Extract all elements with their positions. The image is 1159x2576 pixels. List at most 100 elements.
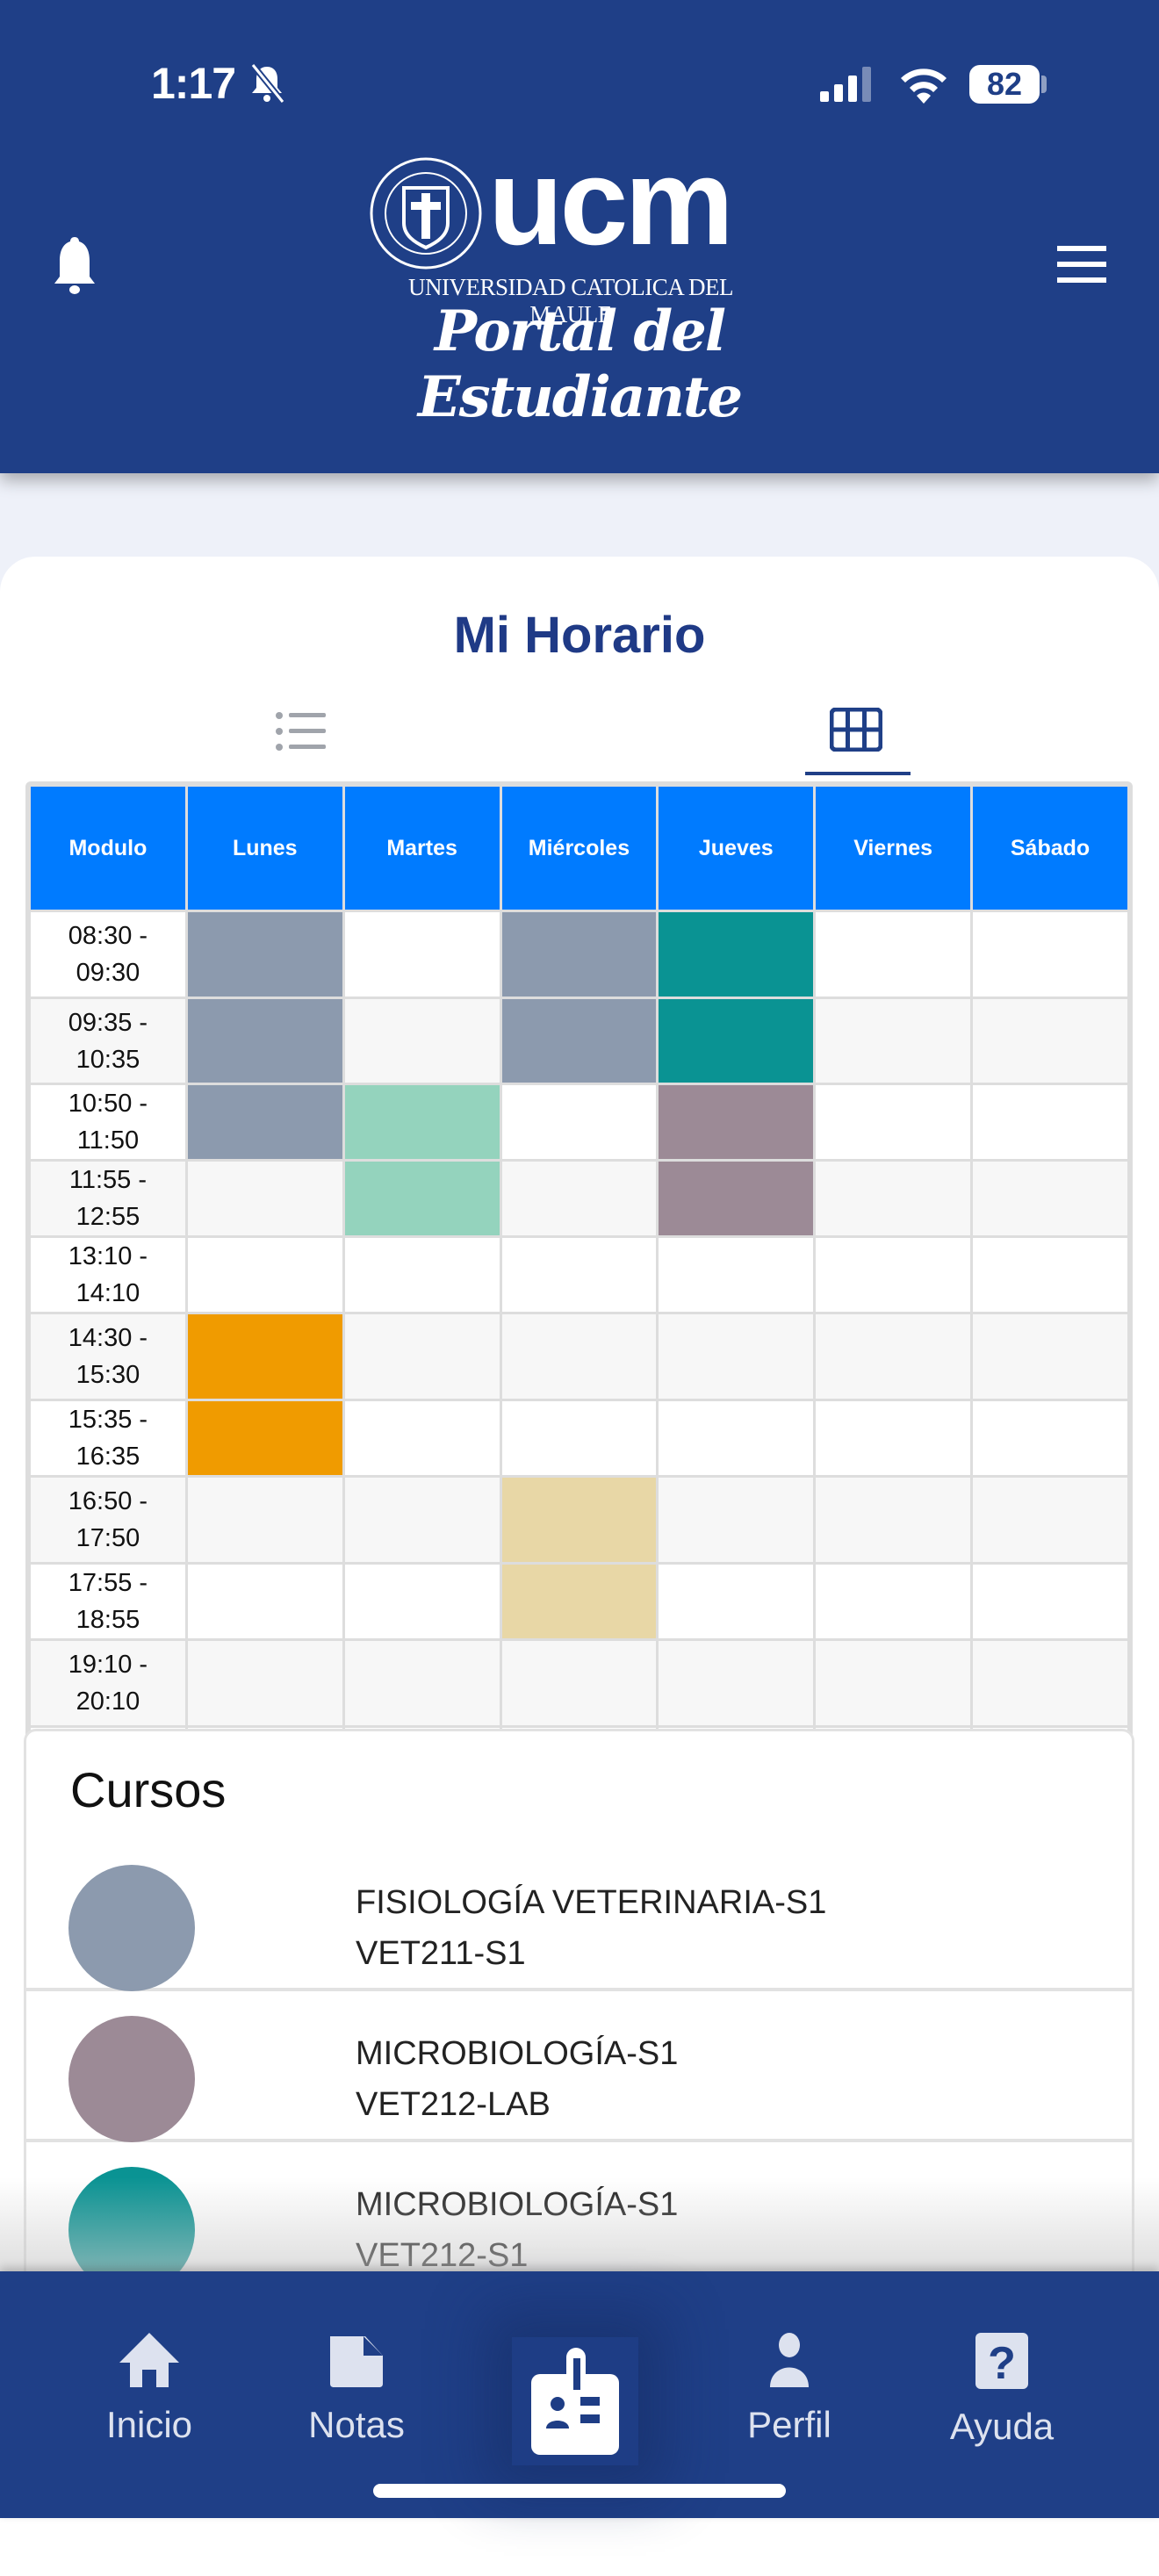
empty-slot	[656, 1562, 817, 1641]
class-block[interactable]	[499, 1562, 659, 1641]
empty-slot	[813, 1159, 974, 1238]
empty-slot	[342, 910, 502, 999]
course-color-dot	[68, 2016, 195, 2142]
time-slot: 13:10 - 14:10	[28, 1235, 188, 1314]
empty-slot	[656, 1399, 817, 1478]
schedule-row: 17:55 - 18:55	[28, 1562, 1130, 1641]
schedule-grid: Modulo Lunes Martes Miércoles Jueves Viernes S…	[25, 781, 1133, 1893]
empty-slot	[342, 1475, 502, 1565]
empty-slot	[499, 1312, 659, 1401]
empty-slot	[813, 1475, 974, 1565]
empty-slot	[184, 1638, 345, 1728]
user-icon	[770, 2333, 809, 2387]
empty-slot	[970, 910, 1130, 999]
class-block[interactable]	[499, 1475, 659, 1565]
empty-slot	[813, 1562, 974, 1641]
notification-bell-icon[interactable]	[44, 235, 105, 295]
course-name: FISIOLOGÍA VETERINARIA-S1	[356, 1884, 827, 1921]
schedule-row: 14:30 - 15:30	[28, 1312, 1130, 1401]
nav-label: Inicio	[105, 2404, 193, 2445]
class-block[interactable]	[499, 910, 659, 999]
time-slot: 14:30 - 15:30	[28, 1312, 188, 1401]
empty-slot	[970, 997, 1130, 1085]
empty-slot	[184, 1475, 345, 1565]
empty-slot	[970, 1399, 1130, 1478]
course-item[interactable]: MICROBIOLOGÍA-S1 VET212-LAB	[26, 1991, 1132, 2142]
empty-slot	[813, 910, 974, 999]
time-slot: 09:35 - 10:35	[28, 997, 188, 1085]
empty-slot	[342, 1399, 502, 1478]
signal-icon	[820, 67, 871, 102]
class-block[interactable]	[656, 997, 817, 1085]
empty-slot	[813, 1235, 974, 1314]
empty-slot	[342, 1312, 502, 1401]
class-block[interactable]	[184, 1312, 345, 1401]
course-item[interactable]: FISIOLOGÍA VETERINARIA-S1 VET211-S1	[26, 1840, 1132, 1991]
column-header: Modulo	[28, 784, 188, 912]
class-block[interactable]	[184, 997, 345, 1085]
nav-notas[interactable]: Notas	[269, 2333, 444, 2446]
class-block[interactable]	[184, 910, 345, 999]
empty-slot	[813, 1083, 974, 1162]
course-code: VET211-S1	[356, 1935, 526, 1972]
course-name: MICROBIOLOGÍA-S1	[356, 2035, 679, 2072]
ucm-logo-text: UCM	[488, 133, 734, 270]
nav-label: Perfil	[747, 2404, 831, 2445]
nav-horario-id-card[interactable]	[512, 2337, 638, 2465]
status-time: 1:17	[151, 59, 236, 108]
empty-slot	[970, 1475, 1130, 1565]
nav-perfil[interactable]: Perfil	[702, 2333, 877, 2446]
empty-slot	[813, 1312, 974, 1401]
class-block[interactable]	[656, 1083, 817, 1162]
schedule-row: 15:35 - 16:35	[28, 1399, 1130, 1478]
schedule-row: 10:50 - 11:50	[28, 1083, 1130, 1162]
svg-text:?: ?	[988, 2338, 1016, 2389]
list-view-tab-icon[interactable]	[275, 711, 326, 752]
page-title: Mi Horario	[453, 607, 706, 664]
battery-level: 82	[969, 65, 1040, 104]
empty-slot	[342, 997, 502, 1085]
empty-slot	[342, 1562, 502, 1641]
class-block[interactable]	[184, 1083, 345, 1162]
empty-slot	[184, 1235, 345, 1314]
empty-slot	[656, 1638, 817, 1728]
empty-slot	[656, 1235, 817, 1314]
app-header: 1:17 82 UCM UNIVERSIDAD CATOLICA DEL MAU…	[0, 0, 1159, 473]
hamburger-menu-icon[interactable]	[1057, 246, 1106, 283]
column-header: Martes	[342, 784, 502, 912]
empty-slot	[499, 1399, 659, 1478]
class-block[interactable]	[342, 1083, 502, 1162]
nav-inicio[interactable]: Inicio	[61, 2333, 237, 2446]
empty-slot	[184, 1562, 345, 1641]
courses-heading: Cursos	[70, 1762, 227, 1817]
time-slot: 11:55 - 12:55	[28, 1159, 188, 1238]
empty-slot	[970, 1562, 1130, 1641]
class-block[interactable]	[656, 910, 817, 999]
grid-view-tab-icon[interactable]	[830, 708, 882, 752]
schedule-row: 09:35 - 10:35	[28, 997, 1130, 1085]
empty-slot	[813, 1638, 974, 1728]
schedule-row: 08:30 - 09:30	[28, 910, 1130, 999]
column-header: Sábado	[970, 784, 1130, 912]
column-header: Lunes	[184, 784, 345, 912]
wifi-icon	[901, 68, 947, 104]
empty-slot	[499, 1159, 659, 1238]
empty-slot	[184, 1159, 345, 1238]
column-header: Jueves	[656, 784, 817, 912]
empty-slot	[970, 1159, 1130, 1238]
empty-slot	[499, 1235, 659, 1314]
class-block[interactable]	[656, 1159, 817, 1238]
active-tab-indicator	[805, 772, 911, 775]
empty-slot	[970, 1235, 1130, 1314]
class-block[interactable]	[499, 997, 659, 1085]
portal-subtitle: Portal del Estudiante	[417, 299, 743, 430]
nav-ayuda[interactable]: ? Ayuda	[914, 2333, 1090, 2448]
course-code: VET212-LAB	[356, 2086, 551, 2123]
column-header: Viernes	[813, 784, 974, 912]
silent-bell-icon	[250, 63, 285, 104]
class-block[interactable]	[342, 1159, 502, 1238]
university-seal-logo	[370, 157, 482, 270]
empty-slot	[656, 1475, 817, 1565]
home-indicator	[373, 2484, 786, 2498]
class-block[interactable]	[184, 1399, 345, 1478]
